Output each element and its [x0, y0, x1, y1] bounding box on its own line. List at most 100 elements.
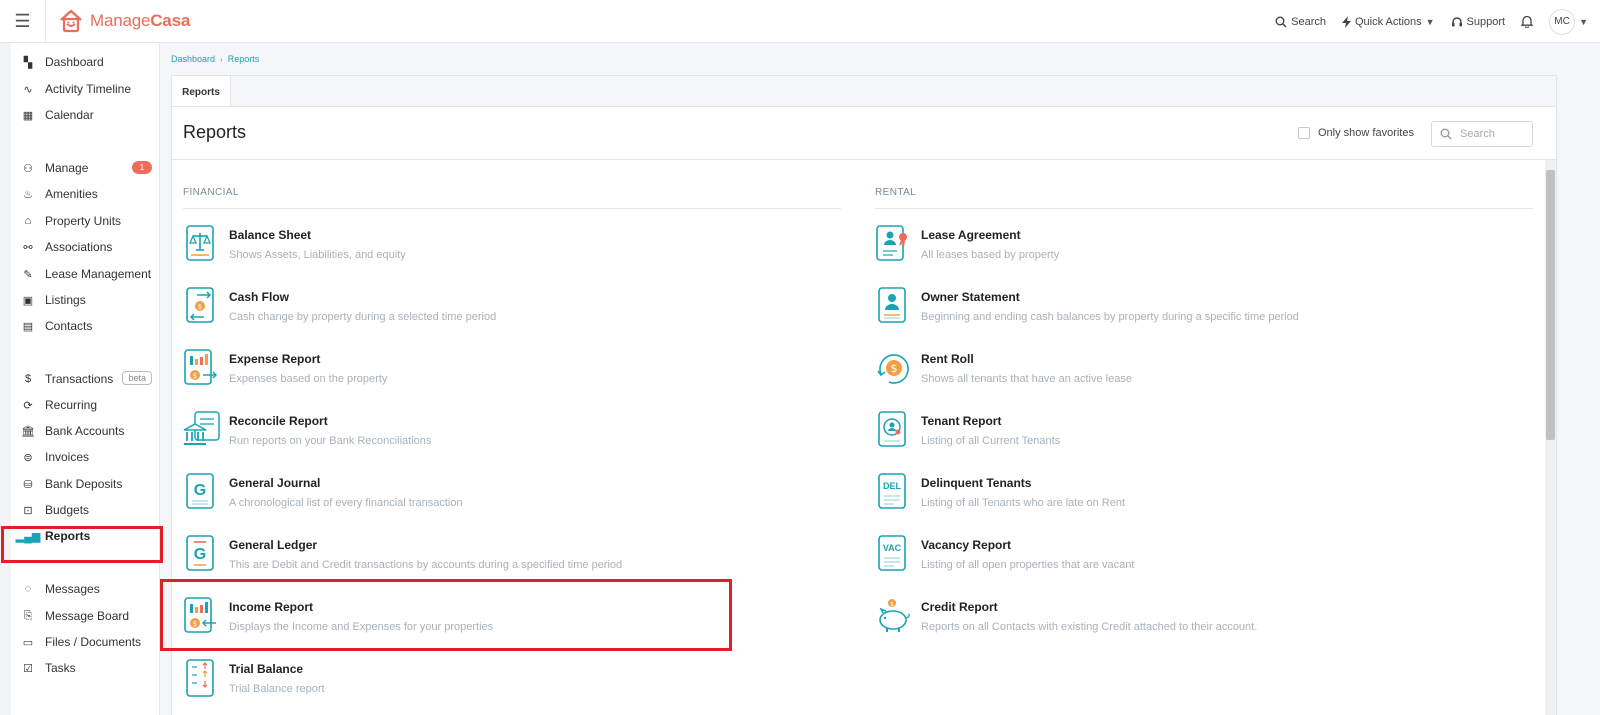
report-description: Listing of all open properties that are … [921, 559, 1135, 571]
search-link-label: Search [1291, 15, 1326, 28]
avatar: MC [1549, 8, 1576, 35]
svg-text:VAC: VAC [883, 543, 902, 553]
folder-icon: ▭ [22, 636, 34, 649]
home-icon: ⌂ [24, 215, 32, 227]
scrollbar-thumb[interactable] [1546, 170, 1555, 440]
report-vacancy-report[interactable]: VAC Vacancy Report Listing of all open pr… [875, 534, 1134, 584]
report-cash-flow[interactable]: $ Cash Flow Cash change by property durin… [183, 286, 496, 336]
logo-house-icon [60, 9, 82, 33]
support-label: Support [1466, 15, 1506, 28]
bank-building-icon [183, 410, 229, 458]
report-description: Cash change by property during a selecte… [229, 311, 497, 323]
headset-icon [1451, 16, 1462, 26]
notifications-button[interactable] [1521, 15, 1534, 28]
dollar-icon: $ [24, 373, 32, 385]
favorites-filter[interactable]: Only show favorites [1298, 127, 1414, 139]
search-placeholder: Search [1460, 128, 1495, 140]
report-name: Vacancy Report [921, 538, 1012, 552]
sidebar-item-property-units[interactable]: ⌂ Property Units [11, 209, 160, 233]
report-description: Listing of all Current Tenants [921, 435, 1061, 447]
search-icon [1440, 128, 1452, 140]
report-credit-report[interactable]: $ Credit Report Reports on all Contacts w… [875, 596, 1257, 646]
report-description: All leases based by property [921, 249, 1060, 261]
board-icon: ⎘ [23, 609, 33, 622]
sidebar-item-recurring[interactable]: ⟳ Recurring [11, 393, 160, 417]
report-delinquent-tenants[interactable]: DEL Delinquent Tenants Listing of all Ten… [875, 472, 1125, 522]
report-description: A chronological list of every financial … [229, 497, 463, 509]
favorites-checkbox[interactable] [1298, 127, 1310, 139]
sidebar-item-activity-timeline[interactable]: ∿ Activity Timeline [11, 77, 160, 101]
report-trial-balance[interactable]: Trial Balance Trial Balance report [183, 658, 325, 708]
sidebar-item-dashboard[interactable]: ▚ Dashboard [11, 50, 160, 74]
vac-icon: VAC [875, 534, 921, 582]
bank-icon: 🏛 [21, 425, 35, 438]
logo[interactable]: ManageCasa [58, 9, 190, 33]
financial-section-title: FINANCIAL [183, 187, 239, 198]
report-name: Reconcile Report [229, 414, 328, 428]
support-link[interactable]: Support [1451, 15, 1506, 28]
report-rent-roll[interactable]: $ Rent Roll Shows all tenants that have a… [875, 348, 1132, 398]
report-description: This are Debit and Credit transactions b… [229, 559, 623, 571]
report-expense-report[interactable]: $ Expense Report Expenses based on the pr… [183, 348, 387, 398]
report-description: Run reports on your Bank Reconciliations [229, 435, 432, 447]
sidebar-item-listings[interactable]: ▣ Listings [11, 288, 160, 312]
report-description: Reports on all Contacts with existing Cr… [921, 621, 1258, 633]
sidebar-item-associations[interactable]: ⚯ Associations [11, 235, 160, 259]
deposit-icon: ⛁ [23, 478, 33, 491]
chevron-down-icon: ▼ [1425, 16, 1435, 27]
favorites-label: Only show favorites [1318, 127, 1414, 139]
report-name: Trial Balance [229, 662, 304, 676]
report-owner-statement[interactable]: Owner Statement Beginning and ending cash… [875, 286, 1299, 336]
owner-icon [875, 286, 921, 334]
report-name: Balance Sheet [229, 228, 312, 242]
ledger-g-icon: G [183, 534, 229, 582]
sidebar-item-transactions[interactable]: $ Transactions beta [11, 367, 160, 391]
financial-divider [183, 208, 841, 209]
breadcrumb-separator-icon: › [220, 54, 223, 64]
amenities-icon: ♨ [23, 188, 33, 201]
sidebar-item-tasks[interactable]: ☑ Tasks [11, 656, 160, 680]
tenant-icon [875, 410, 921, 458]
sidebar-item-manage[interactable]: ⚇ Manage 1 [11, 156, 160, 180]
manage-count-badge: 1 [132, 161, 152, 174]
user-menu[interactable]: MC ▼ [1549, 8, 1588, 35]
sidebar-item-bank-accounts[interactable]: 🏛 Bank Accounts [11, 419, 160, 443]
edit-icon: ✎ [23, 268, 33, 281]
sidebar-item-contacts[interactable]: ▤ Contacts [11, 314, 160, 338]
hamburger-menu-icon[interactable]: ☰ [0, 0, 46, 43]
report-tenant-report[interactable]: Tenant Report Listing of all Current Tena… [875, 410, 1060, 460]
breadcrumb-dashboard-link[interactable]: Dashboard [171, 54, 215, 64]
sidebar-item-messages[interactable]: ◌ Messages [11, 577, 160, 601]
breadcrumb-current[interactable]: Reports [228, 54, 260, 64]
page-title: Reports [183, 122, 247, 142]
svg-text:G: G [194, 482, 206, 499]
sidebar-item-lease-management[interactable]: ✎ Lease Management [11, 262, 160, 286]
sidebar-item-invoices[interactable]: ⊜ Invoices [11, 445, 160, 469]
search-input[interactable]: Search [1431, 121, 1533, 147]
lease-icon [875, 224, 921, 272]
sidebar-item-bank-deposits[interactable]: ⛁ Bank Deposits [11, 472, 160, 496]
tab-reports[interactable]: Reports [172, 76, 231, 108]
report-general-journal[interactable]: G General Journal A chronological list of… [183, 472, 463, 522]
scale-icon [183, 224, 229, 272]
breadcrumb: Dashboard › Reports [171, 54, 259, 64]
sidebar-item-calendar[interactable]: ▦ Calendar [11, 103, 160, 127]
search-link[interactable]: Search [1275, 16, 1326, 28]
report-lease-agreement[interactable]: Lease Agreement All leases based by prope… [875, 224, 1059, 274]
report-description: Shows all tenants that have an active le… [921, 373, 1132, 385]
sidebar-item-budgets[interactable]: ⊡ Budgets [11, 498, 160, 522]
sidebar-item-message-board[interactable]: ⎘ Message Board [11, 604, 160, 628]
logo-text-light: Manage [90, 11, 151, 30]
expense-icon: $ [183, 348, 229, 396]
report-name: Owner Statement [921, 290, 1020, 304]
scrollbar[interactable] [1545, 160, 1556, 715]
beta-badge: beta [122, 371, 152, 385]
rent-roll-icon: $ [875, 348, 921, 396]
sidebar-item-files-documents[interactable]: ▭ Files / Documents [11, 630, 160, 654]
quick-actions-menu[interactable]: Quick Actions ▼ [1341, 15, 1435, 28]
report-general-ledger[interactable]: G General Ledger This are Debit and Credi… [183, 534, 622, 584]
dashboard-icon: ▚ [23, 56, 33, 69]
report-reconcile-report[interactable]: Reconcile Report Run reports on your Bank… [183, 410, 431, 460]
report-balance-sheet[interactable]: Balance Sheet Shows Assets, Liabilities, … [183, 224, 406, 274]
sidebar-item-amenities[interactable]: ♨ Amenities [11, 182, 160, 206]
